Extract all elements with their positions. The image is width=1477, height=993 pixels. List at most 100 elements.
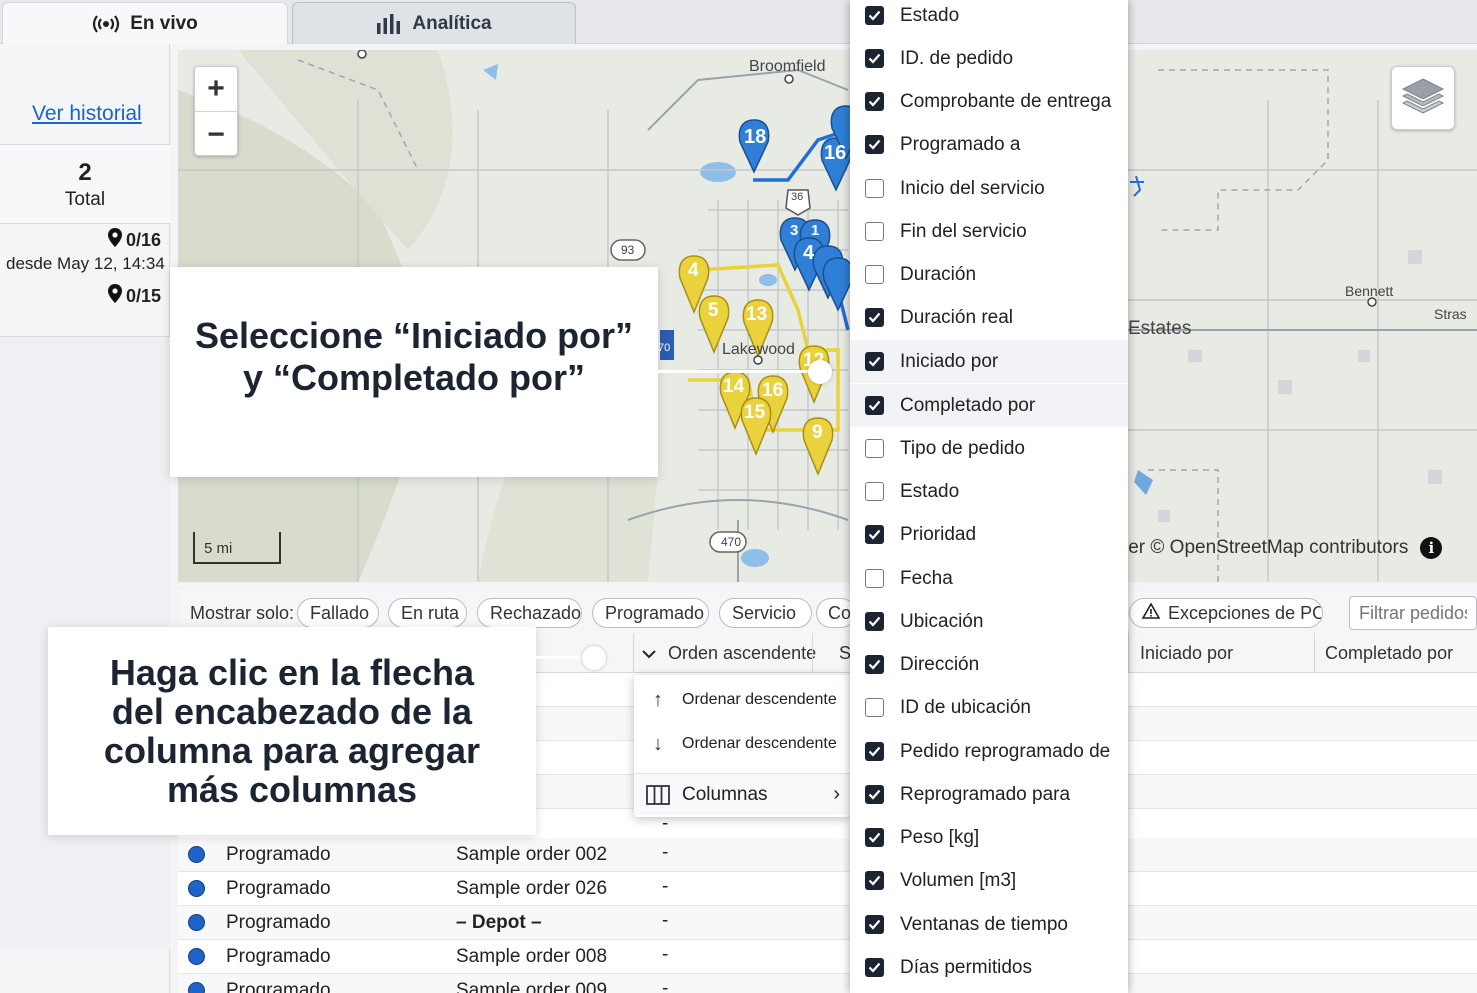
checkbox-icon[interactable] xyxy=(865,785,884,804)
status-dot xyxy=(188,982,205,993)
column-option-scheduled-at[interactable]: Programado a xyxy=(850,123,1128,166)
map-marker-yellow[interactable]: 9 xyxy=(812,422,823,444)
column-option-volume[interactable]: Volumen [m3] xyxy=(850,859,1128,902)
map-marker-blue[interactable]: 1 xyxy=(811,222,819,239)
checkbox-icon[interactable] xyxy=(865,308,884,327)
zoom-in-button[interactable]: + xyxy=(195,67,237,112)
checkbox-icon[interactable] xyxy=(865,569,884,588)
map-marker-blue[interactable]: 3 xyxy=(790,222,798,239)
checkbox-icon[interactable] xyxy=(865,222,884,241)
checkbox-icon[interactable] xyxy=(865,871,884,890)
progress-row-1: 0/16 xyxy=(107,228,161,252)
column-option-rescheduled-to[interactable]: Reprogramado para xyxy=(850,773,1128,816)
column-option-weight[interactable]: Peso [kg] xyxy=(850,816,1128,859)
column-option-address[interactable]: Dirección xyxy=(850,643,1128,686)
header-started-by[interactable]: Iniciado por xyxy=(1140,633,1233,673)
map-marker-yellow[interactable]: 4 xyxy=(688,260,699,282)
view-history-link[interactable]: Ver historial xyxy=(32,102,142,126)
column-option-location-id[interactable]: ID de ubicación xyxy=(850,686,1128,729)
checkbox-icon[interactable] xyxy=(865,49,884,68)
zoom-out-button[interactable]: − xyxy=(195,112,237,157)
cell-value: - xyxy=(662,978,669,993)
column-option-location[interactable]: Ubicación xyxy=(850,600,1128,643)
column-option-date[interactable]: Fecha xyxy=(850,557,1128,600)
header-completed-by[interactable]: Completado por xyxy=(1325,633,1453,673)
columns-menu-item[interactable]: Columnas › xyxy=(634,773,850,815)
map-marker-blue[interactable]: 18 xyxy=(744,126,766,149)
checkbox-icon[interactable] xyxy=(865,958,884,977)
column-option-order-type[interactable]: Tipo de pedido xyxy=(850,427,1128,470)
filter-chip-service[interactable]: Servicio xyxy=(719,598,812,628)
checkbox-icon[interactable] xyxy=(865,525,884,544)
column-option-service-start[interactable]: Inicio del servicio xyxy=(850,167,1128,210)
checkbox-icon[interactable] xyxy=(865,352,884,371)
filter-chip-rejected[interactable]: Rechazado xyxy=(477,598,582,628)
attribution-text[interactable]: ler © OpenStreetMap contributors xyxy=(1124,537,1408,559)
column-option-completed-by[interactable]: Completado por xyxy=(850,384,1128,427)
checkbox-icon[interactable] xyxy=(865,482,884,501)
column-option-label: ID. de pedido xyxy=(900,47,1014,69)
tab-analytics[interactable]: Analítica xyxy=(292,2,576,44)
order-filter-input[interactable] xyxy=(1349,596,1477,630)
checkbox-icon[interactable] xyxy=(865,135,884,154)
column-option-proof-of-delivery[interactable]: Comprobante de entrega xyxy=(850,80,1128,123)
filter-chip-scheduled[interactable]: Programado xyxy=(592,598,709,628)
map-marker-yellow[interactable]: 15 xyxy=(744,402,765,424)
map-marker-yellow[interactable]: 5 xyxy=(708,300,719,322)
table-row[interactable]: Programado Sample order 008 - xyxy=(178,940,1477,974)
column-option-allowed-days[interactable]: Días permitidos xyxy=(850,946,1128,989)
filter-chip-pod-exceptions[interactable]: Excepciones de POD xyxy=(1129,598,1323,628)
table-row[interactable]: Programado – Depot – - xyxy=(178,906,1477,940)
warning-icon xyxy=(1141,601,1161,624)
callout-text: y “Completado por” xyxy=(242,357,586,398)
checkbox-icon[interactable] xyxy=(865,179,884,198)
total-label: Total xyxy=(64,189,106,210)
header-sort-column[interactable]: Orden ascendente xyxy=(668,633,816,673)
checkbox-icon[interactable] xyxy=(865,915,884,934)
columns-panel: Estado ID. de pedido Comprobante de entr… xyxy=(850,0,1128,993)
column-option-label: Duración xyxy=(900,263,977,285)
column-option-rescheduled-from[interactable]: Pedido reprogramado de xyxy=(850,730,1128,773)
map-marker-blue[interactable]: 16 xyxy=(824,142,846,165)
checkbox-icon[interactable] xyxy=(865,742,884,761)
checkbox-icon[interactable] xyxy=(865,265,884,284)
checkbox-icon[interactable] xyxy=(865,828,884,847)
checkbox-icon[interactable] xyxy=(865,612,884,631)
tab-bar: En vivo Analítica xyxy=(0,0,1477,44)
layers-button[interactable] xyxy=(1391,66,1455,130)
table-row[interactable]: Programado Sample order 002 - xyxy=(178,838,1477,872)
column-option-estado[interactable]: Estado xyxy=(850,0,1128,37)
column-option-priority[interactable]: Prioridad xyxy=(850,513,1128,556)
tab-live[interactable]: En vivo xyxy=(2,2,288,44)
checkbox-icon[interactable] xyxy=(865,698,884,717)
callout-connector xyxy=(658,370,820,373)
sort-descending-item[interactable]: ↓ Ordenar descendente xyxy=(634,723,850,765)
map-marker-yellow[interactable]: 14 xyxy=(723,376,744,398)
table-row[interactable]: Programado Sample order 026 - xyxy=(178,872,1477,906)
filter-chip-en-route[interactable]: En ruta xyxy=(388,598,467,628)
column-option-actual-duration[interactable]: Duración real xyxy=(850,296,1128,339)
map-marker-yellow[interactable]: 16 xyxy=(762,380,783,402)
sort-ascending-item[interactable]: ↑ Ordenar descendente xyxy=(634,679,850,721)
checkbox-icon[interactable] xyxy=(865,92,884,111)
column-option-time-windows[interactable]: Ventanas de tiempo xyxy=(850,903,1128,946)
column-option-label: Reprogramado para xyxy=(900,783,1071,805)
table-row[interactable]: Programado Sample order 009 - xyxy=(178,974,1477,993)
checkbox-icon[interactable] xyxy=(865,439,884,458)
map-marker-yellow[interactable]: 13 xyxy=(746,304,767,326)
location-pin-icon xyxy=(107,284,122,308)
checkbox-icon[interactable] xyxy=(865,6,884,25)
callout-connector-dot xyxy=(808,360,832,384)
column-option-order-id[interactable]: ID. de pedido xyxy=(850,37,1128,80)
checkbox-icon[interactable] xyxy=(865,396,884,415)
column-option-state[interactable]: Estado xyxy=(850,470,1128,513)
column-option-duration[interactable]: Duración xyxy=(850,253,1128,296)
column-option-service-end[interactable]: Fin del servicio xyxy=(850,210,1128,253)
checkbox-icon[interactable] xyxy=(865,655,884,674)
map-marker-blue[interactable]: 4 xyxy=(803,242,814,265)
info-icon[interactable]: i xyxy=(1420,537,1443,559)
column-menu-arrow[interactable] xyxy=(641,633,657,673)
column-header-menu: ↑ Ordenar descendente ↓ Ordenar descende… xyxy=(634,675,850,817)
filter-chip-failed[interactable]: Fallado xyxy=(297,598,379,628)
column-option-started-by[interactable]: Iniciado por xyxy=(850,340,1128,383)
